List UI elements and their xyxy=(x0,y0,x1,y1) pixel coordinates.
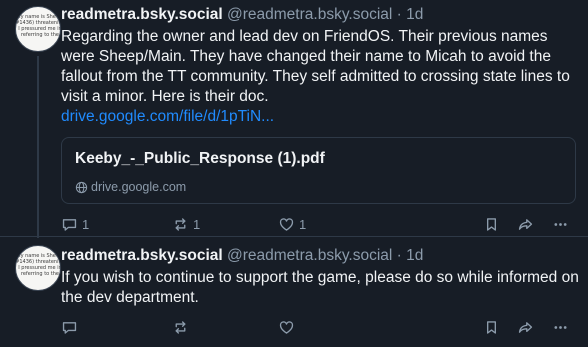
like-button[interactable]: 1 xyxy=(278,214,306,234)
post-2[interactable]: My name is Sheep. #1436) threatening I p… xyxy=(0,237,588,347)
post-text: Regarding the owner and lead dev on Frie… xyxy=(61,27,581,127)
avatar-image-text: My name is Sheep. #1436) threatening I p… xyxy=(15,14,60,38)
reply-button[interactable] xyxy=(61,317,78,337)
separator-dot: · xyxy=(396,247,402,264)
heart-icon xyxy=(278,216,295,233)
repost-button[interactable]: 1 xyxy=(172,214,200,234)
post-1[interactable]: My name is Sheep. #1436) threatening I p… xyxy=(0,0,588,238)
link-card[interactable]: Keeby_-_Public_Response (1).pdf drive.go… xyxy=(61,137,576,204)
display-name[interactable]: readmetra.bsky.social xyxy=(61,6,223,23)
share-arrow-icon xyxy=(517,216,534,233)
repost-count: 1 xyxy=(193,216,201,232)
link-card-domain: drive.google.com xyxy=(91,180,187,194)
post-link[interactable]: drive.google.com/file/d/1pTiN... xyxy=(61,107,581,127)
display-name[interactable]: readmetra.bsky.social xyxy=(61,247,223,264)
post-body: If you wish to continue to support the g… xyxy=(61,269,579,306)
avatar-image-text: My name is Sheep. #1436) threatening I p… xyxy=(15,253,60,277)
timestamp[interactable]: 1d xyxy=(406,6,423,23)
thread-line xyxy=(37,56,39,238)
link-card-domain-row: drive.google.com xyxy=(75,180,186,194)
share-arrow-icon xyxy=(517,319,534,336)
ellipsis-icon xyxy=(552,216,569,233)
more-options-button[interactable] xyxy=(552,317,569,337)
repost-button[interactable] xyxy=(172,317,189,337)
share-button[interactable] xyxy=(517,317,534,337)
heart-icon xyxy=(278,319,295,336)
globe-icon xyxy=(75,181,88,194)
reply-button[interactable]: 1 xyxy=(61,214,89,234)
post-text: If you wish to continue to support the g… xyxy=(61,268,581,308)
handle[interactable]: @readmetra.bsky.social xyxy=(227,6,392,23)
share-button[interactable] xyxy=(517,214,534,234)
avatar[interactable]: My name is Sheep. #1436) threatening I p… xyxy=(15,245,61,291)
bookmark-button[interactable] xyxy=(483,317,500,337)
ellipsis-icon xyxy=(552,319,569,336)
bookmark-button[interactable] xyxy=(483,214,500,234)
post-body: Regarding the owner and lead dev on Frie… xyxy=(61,28,570,105)
speech-bubble-icon xyxy=(61,319,78,336)
bookmark-icon xyxy=(483,319,500,336)
separator-dot: · xyxy=(396,6,402,23)
avatar[interactable]: My name is Sheep. #1436) threatening I p… xyxy=(15,6,61,52)
post-actions xyxy=(61,317,581,337)
post-actions: 1 1 1 xyxy=(61,214,581,234)
repost-arrows-icon xyxy=(172,319,189,336)
reply-count: 1 xyxy=(82,216,90,232)
post-header: readmetra.bsky.social @readmetra.bsky.so… xyxy=(61,5,423,25)
link-card-title: Keeby_-_Public_Response (1).pdf xyxy=(75,150,325,167)
bookmark-icon xyxy=(483,216,500,233)
timestamp[interactable]: 1d xyxy=(406,247,423,264)
more-options-button[interactable] xyxy=(552,214,569,234)
post-header: readmetra.bsky.social @readmetra.bsky.so… xyxy=(61,246,423,266)
like-count: 1 xyxy=(299,216,307,232)
handle[interactable]: @readmetra.bsky.social xyxy=(227,247,392,264)
like-button[interactable] xyxy=(278,317,295,337)
repost-arrows-icon xyxy=(172,216,189,233)
speech-bubble-icon xyxy=(61,216,78,233)
